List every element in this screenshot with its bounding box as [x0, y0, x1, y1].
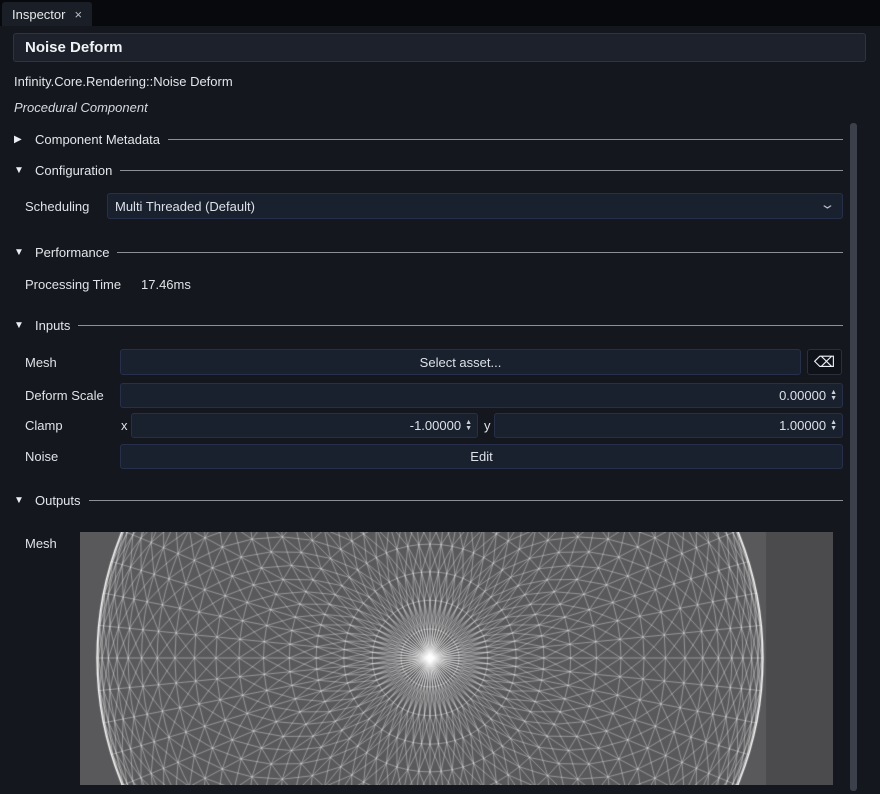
scheduling-dropdown[interactable]: Multi Threaded (Default) ⌄ [107, 193, 843, 219]
backspace-icon: ⌫ [814, 353, 835, 371]
tab-inspector[interactable]: Inspector × [2, 2, 92, 26]
section-label: Inputs [35, 318, 70, 333]
collapsed-arrow-icon: ▶ [14, 134, 27, 145]
clamp-label: Clamp [25, 413, 63, 438]
scrollbar-thumb[interactable] [850, 123, 857, 791]
section-divider [89, 500, 843, 501]
section-component-metadata[interactable]: ▶ Component Metadata [14, 130, 843, 148]
section-label: Component Metadata [35, 132, 160, 147]
clear-asset-button[interactable]: ⌫ [807, 349, 842, 375]
spinner: ▲ ▼ [826, 420, 840, 432]
spinner: ▲ ▼ [461, 420, 475, 432]
noise-edit-button[interactable]: Edit [120, 444, 843, 469]
section-divider [78, 325, 843, 326]
select-asset-button[interactable]: Select asset... [120, 349, 801, 375]
clamp-x-field: ▲ ▼ [131, 413, 478, 438]
section-label: Performance [35, 245, 109, 260]
clamp-x-label: x [121, 413, 128, 438]
section-divider [120, 170, 843, 171]
spin-down-icon[interactable]: ▼ [830, 396, 837, 402]
clamp-y-field: ▲ ▼ [494, 413, 843, 438]
tab-close-icon[interactable]: × [74, 8, 82, 21]
chevron-down-icon: ⌄ [819, 197, 835, 213]
processing-time-value: 17.46ms [141, 272, 191, 297]
spin-down-icon[interactable]: ▼ [465, 426, 472, 432]
deform-scale-label: Deform Scale [25, 383, 104, 408]
component-category: Procedural Component [14, 100, 148, 115]
spinner: ▲ ▼ [826, 390, 840, 402]
mesh-output-label: Mesh [25, 531, 57, 556]
component-type-name: Infinity.Core.Rendering::Noise Deform [14, 74, 233, 89]
tab-strip: Inspector × [0, 0, 880, 26]
processing-time-label: Processing Time [25, 272, 121, 297]
component-header: Noise Deform [13, 33, 866, 62]
deform-scale-input[interactable] [127, 388, 826, 403]
page-title: Noise Deform [25, 39, 123, 56]
noise-edit-label: Edit [470, 449, 492, 464]
section-divider [117, 252, 843, 253]
mesh-input-label: Mesh [25, 350, 57, 375]
expanded-arrow-icon: ▼ [14, 247, 27, 258]
select-asset-label: Select asset... [420, 355, 502, 370]
clamp-y-label: y [484, 413, 491, 438]
section-performance[interactable]: ▼ Performance [14, 243, 843, 261]
scheduling-label: Scheduling [25, 194, 89, 219]
section-outputs[interactable]: ▼ Outputs [14, 491, 843, 509]
section-inputs[interactable]: ▼ Inputs [14, 316, 843, 334]
mesh-preview [80, 532, 833, 785]
deform-scale-field: ▲ ▼ [120, 383, 843, 408]
clamp-y-input[interactable] [501, 418, 826, 433]
section-label: Configuration [35, 163, 112, 178]
tab-label: Inspector [12, 7, 65, 22]
expanded-arrow-icon: ▼ [14, 320, 27, 331]
spin-down-icon[interactable]: ▼ [830, 426, 837, 432]
section-label: Outputs [35, 493, 81, 508]
expanded-arrow-icon: ▼ [14, 165, 27, 176]
clamp-x-input[interactable] [138, 418, 461, 433]
noise-label: Noise [25, 444, 58, 469]
section-divider [168, 139, 843, 140]
scheduling-value: Multi Threaded (Default) [115, 199, 255, 214]
section-configuration[interactable]: ▼ Configuration [14, 161, 843, 179]
expanded-arrow-icon: ▼ [14, 495, 27, 506]
